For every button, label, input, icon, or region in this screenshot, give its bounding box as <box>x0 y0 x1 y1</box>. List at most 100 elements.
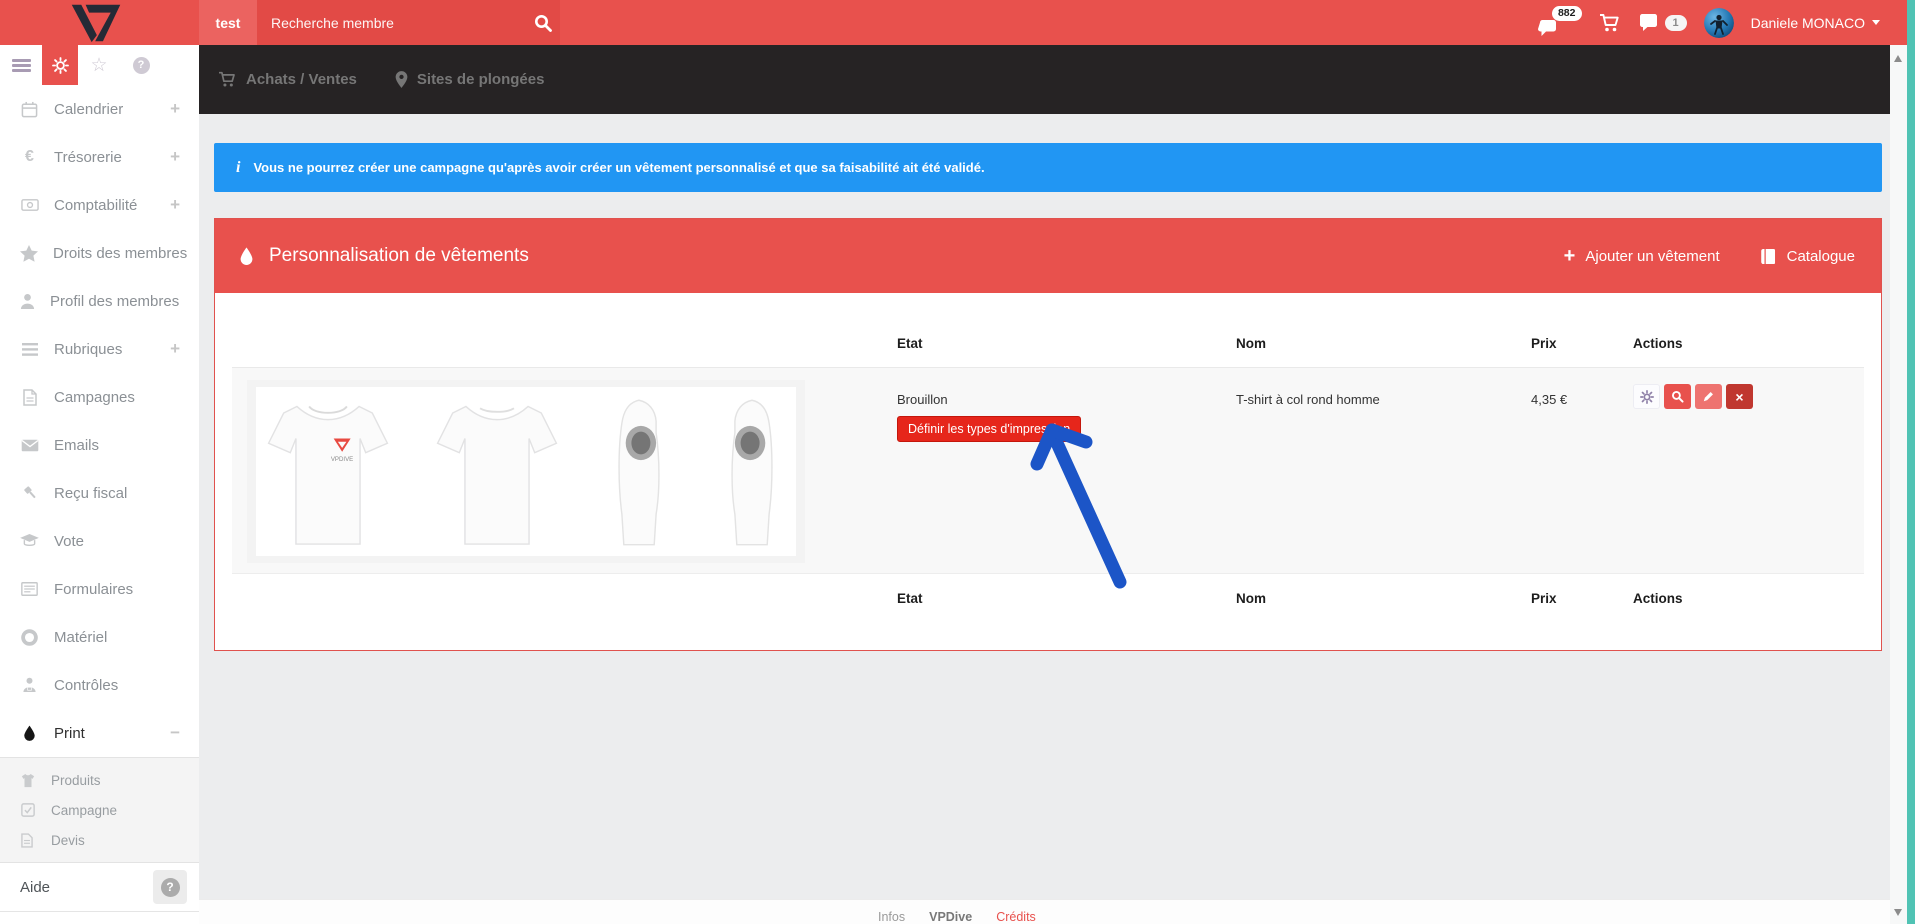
question-icon: ? <box>161 878 180 897</box>
table-header-row: Etat Nom Prix Actions <box>232 319 1864 368</box>
product-images: VPDIVE <box>256 387 796 556</box>
secondary-nav: Achats / Ventes Sites de plongées <box>199 45 1890 114</box>
expand-plus-icon[interactable]: + <box>170 99 180 119</box>
table-footer-row: Etat Nom Prix Actions <box>232 574 1864 622</box>
pencil-icon <box>1702 390 1715 403</box>
submenu-item-label: Devis <box>51 833 85 848</box>
sidebar-item-tresorerie[interactable]: € Trésorerie + <box>0 133 199 181</box>
scroll-down-arrow-icon[interactable] <box>1894 909 1902 916</box>
sidebar-item-comptabilite[interactable]: Comptabilité + <box>0 181 199 229</box>
life-ring-icon <box>20 629 39 646</box>
settings-tab[interactable] <box>42 45 78 85</box>
submenu-item-devis[interactable]: Devis <box>0 825 199 855</box>
tshirt-icon <box>21 773 37 788</box>
gavel-icon <box>20 485 39 502</box>
panel-title: Personnalisation de vêtements <box>269 245 529 267</box>
user-check-icon <box>20 677 39 693</box>
expand-plus-icon[interactable]: + <box>170 147 180 167</box>
sidebar-item-label: Print <box>54 725 85 742</box>
form-icon <box>20 582 39 596</box>
panel-header: Personnalisation de vêtements + Ajouter … <box>215 219 1881 293</box>
help-button[interactable]: ? <box>153 870 187 904</box>
sidebar-item-profil-des-membres[interactable]: Profil des membres <box>0 277 199 325</box>
sidebar-item-rubriques[interactable]: Rubriques + <box>0 325 199 373</box>
sidebar-item-label: Emails <box>54 437 99 454</box>
star-icon: ☆ <box>90 56 107 75</box>
envelope-icon <box>20 439 39 452</box>
sidebar-item-formulaires[interactable]: Formulaires <box>0 565 199 613</box>
svg-text:VPDIVE: VPDIVE <box>331 456 353 463</box>
submenu-item-campagne[interactable]: Campagne <box>0 795 199 825</box>
sidebar-item-vote[interactable]: Vote <box>0 517 199 565</box>
nav-sites-de-plongees[interactable]: Sites de plongées <box>395 71 545 88</box>
submenu-item-produits[interactable]: Produits <box>0 765 199 795</box>
submenu-item-label: Produits <box>51 773 101 788</box>
topbar: test 882 <box>0 0 1907 45</box>
cart-icon[interactable] <box>1599 13 1621 33</box>
close-icon: × <box>1735 389 1743 405</box>
sidebar-item-recu-fiscal[interactable]: Reçu fiscal <box>0 469 199 517</box>
book-icon <box>1760 248 1777 265</box>
gear-icon <box>52 57 69 74</box>
file-icon <box>20 389 39 406</box>
sidebar-item-materiel[interactable]: Matériel <box>0 613 199 661</box>
help-tab[interactable]: ? <box>120 45 162 85</box>
view-action-button[interactable] <box>1664 384 1691 409</box>
app-logo <box>70 3 122 43</box>
sidebar-item-label: Comptabilité <box>54 197 137 214</box>
personnalisation-panel: Personnalisation de vêtements + Ajouter … <box>214 218 1882 651</box>
page-footer: Infos VPDive Crédits <box>199 899 1890 924</box>
vertical-scrollbar[interactable] <box>1890 45 1907 924</box>
sidebar-item-label: Contrôles <box>54 677 118 694</box>
sidebar-item-label: Formulaires <box>54 581 133 598</box>
nav-label: Sites de plongées <box>417 71 545 88</box>
search-input[interactable] <box>257 15 526 31</box>
club-tab[interactable]: test <box>199 0 257 45</box>
favorites-tab[interactable]: ☆ <box>78 45 120 85</box>
help-label: Aide <box>20 879 50 896</box>
magnifier-icon <box>1671 390 1684 403</box>
gear-icon <box>1640 390 1654 404</box>
menu-tab[interactable] <box>0 45 42 85</box>
search-button[interactable] <box>526 0 560 45</box>
plus-icon: + <box>1564 246 1576 266</box>
expand-plus-icon[interactable]: + <box>170 339 180 359</box>
define-print-types-button[interactable]: Définir les types d'impression <box>897 416 1081 442</box>
delete-action-button[interactable]: × <box>1726 384 1753 409</box>
footer-link-credits[interactable]: Crédits <box>996 910 1036 924</box>
sidebar-item-label: Calendrier <box>54 101 123 118</box>
application-window: test 882 <box>0 0 1915 924</box>
avatar-photo <box>1704 8 1734 38</box>
sidebar-item-label: Trésorerie <box>54 149 122 166</box>
row-product-name: T-shirt à col rond homme <box>1236 368 1531 573</box>
collapse-minus-icon[interactable]: − <box>170 723 180 743</box>
window-edge-strip <box>1907 0 1915 924</box>
sidebar-item-droits-des-membres[interactable]: Droits des membres <box>0 229 199 277</box>
sidebar-item-campagnes[interactable]: Campagnes <box>0 373 199 421</box>
settings-action-button[interactable] <box>1633 384 1660 409</box>
edit-action-button[interactable] <box>1695 384 1722 409</box>
tshirt-side-image <box>601 389 677 554</box>
table-row: VPDIVE <box>232 368 1864 574</box>
nav-achats-ventes[interactable]: Achats / Ventes <box>218 71 357 88</box>
scroll-up-arrow-icon[interactable] <box>1894 55 1902 62</box>
sidebar-item-emails[interactable]: Emails <box>0 421 199 469</box>
actions-header: Actions <box>1633 591 1864 606</box>
product-image-cell: VPDIVE <box>247 380 805 563</box>
actions-header: Actions <box>1633 336 1864 351</box>
messages-button[interactable]: 1 <box>1638 14 1687 31</box>
sidebar-item-controles[interactable]: Contrôles <box>0 661 199 709</box>
footer-link-vpdive[interactable]: VPDive <box>929 910 972 924</box>
notifications-button[interactable]: 882 <box>1538 6 1582 40</box>
sidebar-item-calendrier[interactable]: Calendrier + <box>0 85 199 133</box>
catalogue-button[interactable]: Catalogue <box>1760 248 1855 265</box>
check-square-icon <box>21 803 37 817</box>
footer-link-infos[interactable]: Infos <box>878 910 905 924</box>
expand-plus-icon[interactable]: + <box>170 195 180 215</box>
user-menu[interactable]: Daniele MONACO <box>1751 15 1880 31</box>
tshirt-front-image: VPDIVE <box>262 389 394 554</box>
add-garment-button[interactable]: + Ajouter un vêtement <box>1564 246 1720 266</box>
etat-header: Etat <box>897 336 1236 351</box>
sidebar-item-print[interactable]: Print − <box>0 709 199 757</box>
avatar[interactable] <box>1704 8 1734 38</box>
